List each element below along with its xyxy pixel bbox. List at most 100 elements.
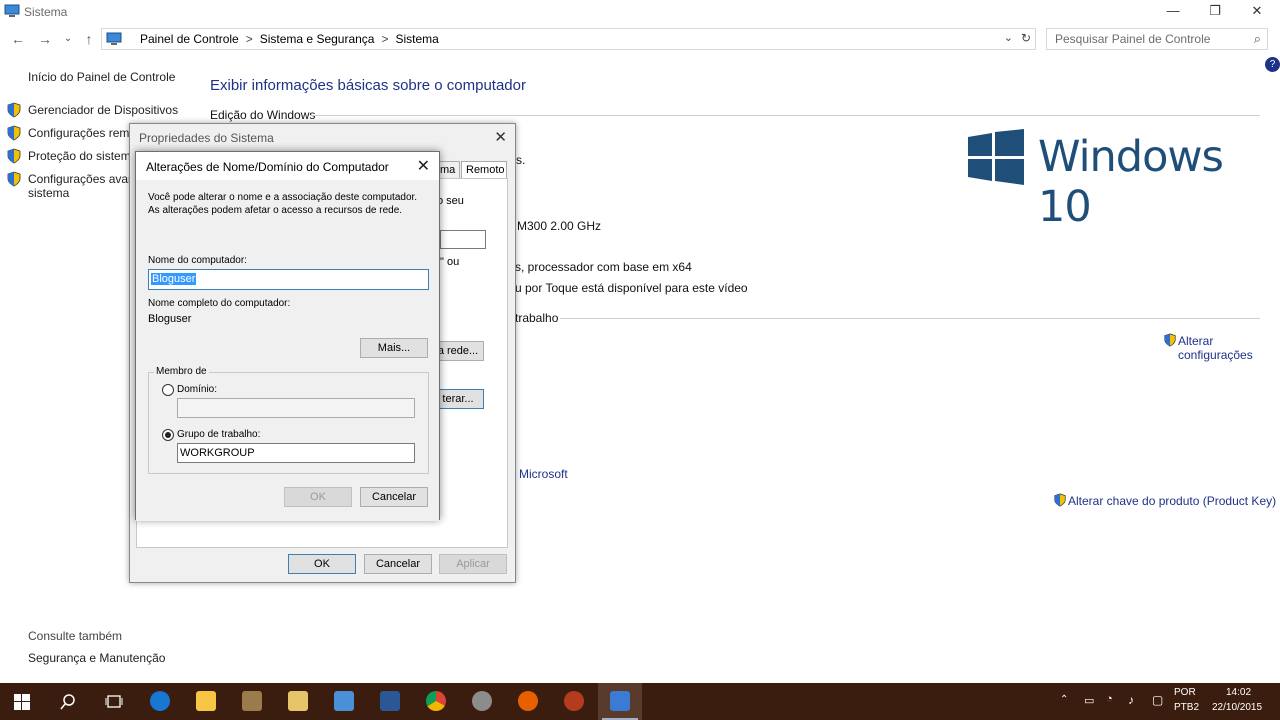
sidebar-item-label: Gerenciador de Dispositivos [28, 103, 179, 117]
taskbar: ⌃ ▭ ◔ ♪ ▢ POR PTB2 14:02 22/10/2015 [0, 683, 1280, 720]
close-window-button[interactable]: ✕ [1234, 0, 1280, 22]
cancel-button[interactable]: Cancelar [360, 487, 428, 507]
edge-icon[interactable] [138, 683, 182, 720]
control-panel-home-link[interactable]: Início do Painel de Controle [28, 70, 175, 84]
refresh-icon[interactable]: ↻ [1021, 31, 1031, 45]
search-box[interactable]: Pesquisar Painel de Controle ⌕ [1046, 28, 1268, 50]
workgroup-label: Grupo de trabalho: [177, 429, 261, 440]
breadcrumb-separator[interactable]: > [381, 32, 388, 46]
settings-app-icon[interactable] [460, 683, 504, 720]
member-of-label: Membro de [154, 366, 209, 377]
ok-button[interactable]: OK [288, 554, 356, 574]
windows-start-icon [14, 694, 30, 710]
computer-name-input[interactable]: Bloguser [148, 269, 429, 290]
sidebar-item-label-line2: sistema [28, 186, 70, 200]
search-placeholder: Pesquisar Painel de Controle [1055, 32, 1211, 46]
system-type: s, processador com base em x64 [515, 260, 692, 274]
language-top[interactable]: POR [1174, 687, 1196, 698]
magnifier-icon [60, 694, 75, 710]
chrome-icon[interactable] [414, 683, 458, 720]
start-icon[interactable] [0, 683, 44, 720]
domain-radio[interactable] [162, 384, 174, 396]
media-glyph-icon [242, 691, 262, 711]
address-dropdown-icon[interactable]: ⌄ [1004, 31, 1013, 44]
shield-icon [7, 148, 21, 164]
language-bottom[interactable]: PTB2 [1174, 702, 1199, 713]
shield-icon [7, 102, 21, 118]
change-settings-line1: Alterar [1178, 334, 1214, 348]
computer-name-value: Bloguser [151, 273, 197, 285]
full-name-label: Nome completo do computador: [148, 298, 291, 309]
microsoft-link[interactable]: Microsoft [519, 467, 568, 481]
up-button[interactable]: ↑ [79, 29, 99, 49]
change-settings-link[interactable]: Alterar configurações [1163, 333, 1263, 365]
notifications-icon[interactable]: ▢ [1152, 693, 1163, 707]
breadcrumb: Painel de Controle > Sistema e Segurança > S… [140, 32, 439, 46]
close-icon[interactable]: ✕ [417, 156, 430, 176]
media-icon[interactable] [230, 683, 274, 720]
search-icon[interactable] [46, 683, 90, 720]
partial-text: " ou [440, 256, 460, 268]
windows-10-brand: Windows 10 [1038, 132, 1224, 232]
film-reel-icon [564, 691, 584, 711]
network-icon[interactable]: ◔ [1106, 693, 1113, 705]
dialog-title: Alterações de Nome/Domínio do Computador [146, 160, 389, 174]
tab-remote[interactable]: Remoto [461, 161, 507, 179]
security-maintenance-link[interactable]: Segurança e Manutenção [28, 651, 165, 665]
dialog-title: Propriedades do Sistema [139, 131, 274, 145]
product-key-label: Alterar chave do produto (Product Key) [1068, 494, 1277, 508]
partial-text: o seu [437, 195, 464, 207]
close-icon[interactable]: ✕ [494, 128, 507, 146]
dialog-titlebar: Alterações de Nome/Domínio do Computador… [136, 152, 439, 180]
file-explorer-icon[interactable] [184, 683, 228, 720]
more-button[interactable]: Mais... [360, 338, 428, 358]
navigation-bar: ← → ⌄ ↑ Painel de Controle > Sistema e Seg… [0, 26, 1280, 52]
processor-speed: M300 2.00 GHz [517, 219, 602, 233]
system-tray: ⌃ ▭ ◔ ♪ ▢ POR PTB2 14:02 22/10/2015 [1056, 683, 1280, 720]
breadcrumb-system[interactable]: Sistema [396, 32, 439, 46]
clock-time[interactable]: 14:02 [1226, 687, 1251, 698]
cancel-button[interactable]: Cancelar [364, 554, 432, 574]
volume-icon[interactable]: ♪ [1128, 693, 1134, 707]
change-product-key-link[interactable]: Alterar chave do produto (Product Key) [1053, 493, 1276, 509]
clock-date[interactable]: 22/10/2015 [1212, 702, 1262, 713]
search-icon[interactable]: ⌕ [1254, 31, 1261, 47]
workgroup-radio[interactable] [162, 429, 174, 441]
forward-button[interactable]: → [35, 29, 55, 49]
recent-locations-button[interactable]: ⌄ [58, 29, 78, 49]
sidebar-item-label: Proteção do sistema [28, 149, 138, 163]
computer-name-domain-dialog: Alterações de Nome/Domínio do Computador… [135, 151, 440, 521]
breadcrumb-control-panel[interactable]: Painel de Controle [140, 32, 239, 46]
firefox-icon[interactable] [506, 683, 550, 720]
window-title: Sistema [24, 5, 68, 19]
ok-button[interactable]: OK [284, 487, 352, 507]
film-icon[interactable] [552, 683, 596, 720]
apply-button[interactable]: Aplicar [439, 554, 507, 574]
section-divider [310, 115, 1260, 116]
tray-chevron-icon[interactable]: ⌃ [1060, 694, 1068, 705]
workgroup-input[interactable]: WORKGROUP [177, 443, 415, 463]
computer-icon [4, 4, 20, 17]
mail-icon[interactable] [276, 683, 320, 720]
system-app-icon[interactable] [598, 683, 642, 720]
task-view-glyph-icon [105, 695, 123, 708]
network-app-icon[interactable] [322, 683, 366, 720]
workgroup-value: WORKGROUP [180, 447, 255, 459]
task-view-icon[interactable] [92, 683, 136, 720]
gear-icon [472, 691, 492, 711]
word-glyph-icon [380, 691, 400, 711]
address-bar[interactable]: Painel de Controle > Sistema e Segurança > S… [101, 28, 1036, 50]
restore-button[interactable]: ❐ [1192, 0, 1238, 22]
domain-input[interactable] [177, 398, 415, 418]
firefox-glyph-icon [518, 691, 538, 711]
sidebar-item-label: Configurações remo [28, 126, 137, 140]
pen-touch-info: u por Toque está disponível para este ví… [515, 281, 748, 295]
word-icon[interactable] [368, 683, 412, 720]
back-button[interactable]: ← [8, 29, 28, 49]
help-icon[interactable]: ? [1265, 57, 1280, 72]
breadcrumb-separator[interactable]: > [246, 32, 253, 46]
description-field[interactable] [440, 230, 486, 249]
minimize-button[interactable]: — [1150, 0, 1196, 22]
breadcrumb-system-security[interactable]: Sistema e Segurança [260, 32, 375, 46]
battery-icon[interactable]: ▭ [1084, 694, 1094, 707]
